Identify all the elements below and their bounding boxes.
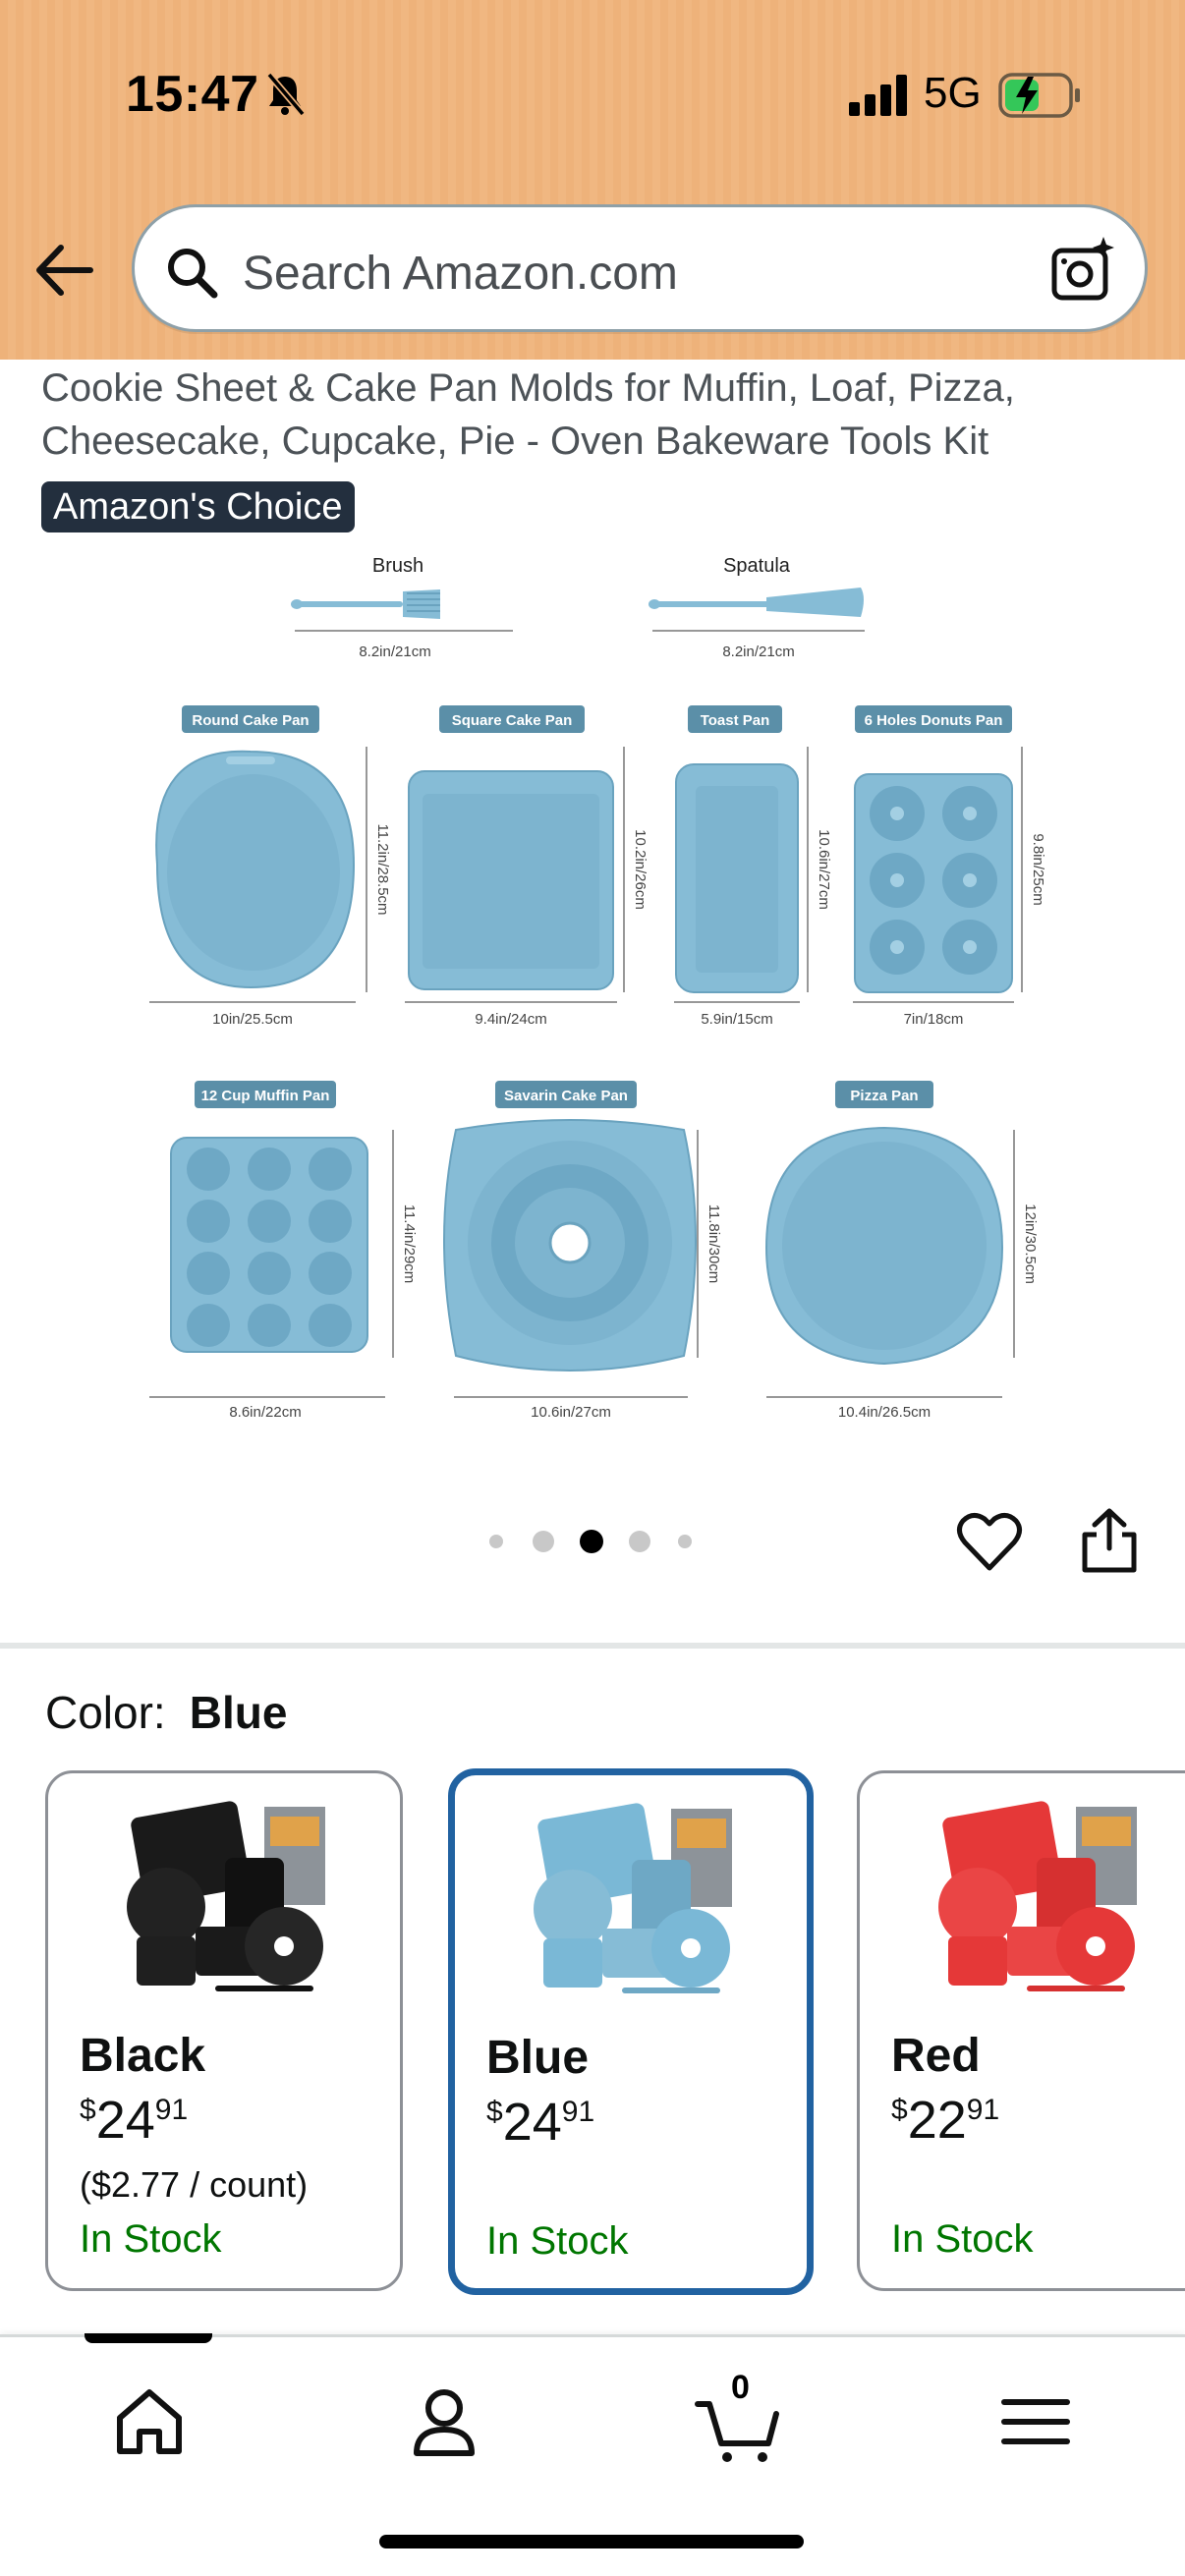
- product-title[interactable]: Cookie Sheet & Cake Pan Molds for Muffin…: [41, 362, 1142, 468]
- dim-toast-width: 5.9in/15cm: [701, 1011, 772, 1028]
- dim-pizza-width: 10.4in/26.5cm: [838, 1404, 931, 1421]
- color-option-stock: In Stock: [80, 2217, 222, 2261]
- color-selected-value: Blue: [189, 1687, 288, 1738]
- pan-label-square: Square Cake Pan: [452, 712, 573, 729]
- search-input[interactable]: Search Amazon.com: [243, 247, 678, 301]
- square-cake-pan-image: [408, 770, 614, 990]
- red-set-image: [938, 1801, 1137, 1991]
- pizza-pan-image: [764, 1126, 1004, 1366]
- home-indicator[interactable]: [379, 2535, 804, 2548]
- dim-round-height: 11.2in/28.5cm: [374, 823, 391, 915]
- savarin-pan-image: [443, 1119, 697, 1372]
- search-icon: [168, 249, 218, 299]
- color-option-stock: In Stock: [891, 2217, 1034, 2261]
- header-area: 15:47 5G Search Amazon.com: [0, 0, 1185, 360]
- heart-icon[interactable]: [955, 1507, 1024, 1576]
- pan-label-muffin: 12 Cup Muffin Pan: [201, 1088, 330, 1104]
- dim-toast-height: 10.6in/27cm: [816, 829, 832, 910]
- dim-square-height: 10.2in/26cm: [632, 829, 649, 910]
- spatula-image: [649, 588, 864, 617]
- cart-count: 0: [731, 2369, 750, 2406]
- tool-dim-spatula: 8.2in/21cm: [722, 644, 794, 660]
- pagination-dot[interactable]: [533, 1531, 554, 1552]
- color-option-stock: In Stock: [486, 2219, 629, 2263]
- dim-muffin-height: 11.4in/29cm: [401, 1204, 418, 1284]
- back-arrow-icon[interactable]: [29, 236, 98, 305]
- tool-dim-brush: 8.2in/21cm: [359, 644, 430, 660]
- dim-savarin-height: 11.8in/30cm: [705, 1204, 722, 1284]
- color-option-unit-price: ($2.77 / count): [80, 2164, 309, 2205]
- signal-icon: [849, 75, 907, 116]
- tool-label-brush: Brush: [372, 555, 423, 577]
- network-type: 5G: [924, 69, 982, 117]
- nav-active-indicator: [85, 2333, 212, 2343]
- pan-label-savarin: Savarin Cake Pan: [504, 1088, 628, 1104]
- color-label: Color:: [45, 1687, 166, 1738]
- tool-label-spatula: Spatula: [723, 555, 791, 577]
- color-option-blue[interactable]: Blue $2491 In Stock: [448, 1768, 814, 2295]
- image-pagination[interactable]: [483, 1527, 709, 1556]
- section-divider: [0, 1643, 1185, 1649]
- muffin-pan-image: [170, 1137, 368, 1353]
- toast-pan-image: [675, 763, 799, 993]
- status-time: 15:47: [126, 66, 259, 123]
- account-icon[interactable]: [397, 2375, 491, 2469]
- pan-label-donuts: 6 Holes Donuts Pan: [865, 712, 1003, 729]
- brush-image: [291, 589, 440, 619]
- color-option-red[interactable]: Red $2291 In Stock: [857, 1770, 1185, 2291]
- dim-square-width: 9.4in/24cm: [475, 1011, 546, 1028]
- status-bar: 15:47 5G: [0, 0, 1185, 193]
- share-icon[interactable]: [1075, 1505, 1144, 1576]
- donut-pan-image: [854, 773, 1013, 993]
- pan-label-toast: Toast Pan: [701, 712, 770, 729]
- pagination-dot[interactable]: [629, 1531, 650, 1552]
- color-option-price: $2491: [80, 2091, 189, 2150]
- battery-charging-icon: [998, 73, 1080, 118]
- camera-search-icon[interactable]: [1048, 235, 1117, 304]
- color-selection-row: Color: Blue: [45, 1686, 287, 1739]
- color-option-price: $2291: [891, 2091, 1000, 2150]
- dim-muffin-width: 8.6in/22cm: [229, 1404, 301, 1421]
- dim-donut-width: 7in/18cm: [904, 1011, 964, 1028]
- black-set-image: [127, 1801, 325, 1991]
- home-icon[interactable]: [102, 2375, 197, 2469]
- pan-label-round: Round Cake Pan: [192, 712, 309, 729]
- color-option-price: $2491: [486, 2093, 595, 2152]
- menu-icon[interactable]: [988, 2375, 1083, 2469]
- color-option-name: Blue: [486, 2032, 590, 2084]
- product-image[interactable]: Brush 8.2in/21cm Spatula 8.2in/21cm Roun…: [128, 550, 1051, 1434]
- blue-set-image: [534, 1803, 732, 1993]
- pan-label-pizza: Pizza Pan: [850, 1088, 918, 1104]
- color-option-name: Red: [891, 2030, 981, 2082]
- pagination-dot-active[interactable]: [580, 1530, 603, 1553]
- bell-muted-icon: [266, 72, 306, 117]
- dim-round-width: 10in/25.5cm: [212, 1011, 293, 1028]
- dim-pizza-height: 12in/30.5cm: [1022, 1204, 1039, 1284]
- round-cake-pan-image: [155, 750, 356, 989]
- dim-donut-height: 9.8in/25cm: [1030, 833, 1046, 905]
- dim-savarin-width: 10.6in/27cm: [531, 1404, 611, 1421]
- cart-button[interactable]: 0: [692, 2369, 786, 2469]
- color-option-black[interactable]: Black $2491 ($2.77 / count) In Stock: [45, 1770, 403, 2291]
- pagination-dot[interactable]: [678, 1535, 692, 1548]
- pagination-dot[interactable]: [489, 1535, 503, 1548]
- search-bar[interactable]: Search Amazon.com: [132, 204, 1148, 332]
- amazons-choice-badge[interactable]: Amazon's Choice: [41, 481, 355, 532]
- color-option-name: Black: [80, 2030, 206, 2082]
